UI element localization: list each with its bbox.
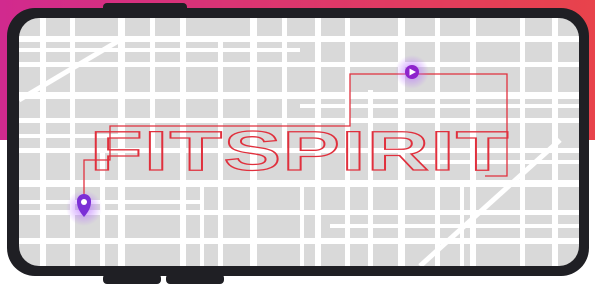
street [520, 18, 525, 266]
street [19, 200, 200, 204]
street [70, 18, 75, 266]
street [19, 62, 579, 67]
phone: FITSPIRIT [7, 3, 589, 284]
street [300, 104, 579, 108]
street [19, 238, 579, 244]
street [330, 224, 579, 228]
street [460, 180, 464, 266]
play-icon [405, 65, 419, 79]
street [19, 92, 579, 99]
start-marker [66, 190, 102, 226]
street [200, 180, 204, 266]
street [19, 210, 579, 215]
street [19, 36, 579, 42]
end-marker [395, 55, 429, 89]
map-screen: FITSPIRIT [19, 18, 579, 266]
street [300, 180, 304, 266]
street [40, 18, 46, 266]
app-logo: FITSPIRIT [90, 119, 510, 182]
street [19, 48, 300, 52]
hero-banner: FITSPIRIT [0, 0, 595, 288]
